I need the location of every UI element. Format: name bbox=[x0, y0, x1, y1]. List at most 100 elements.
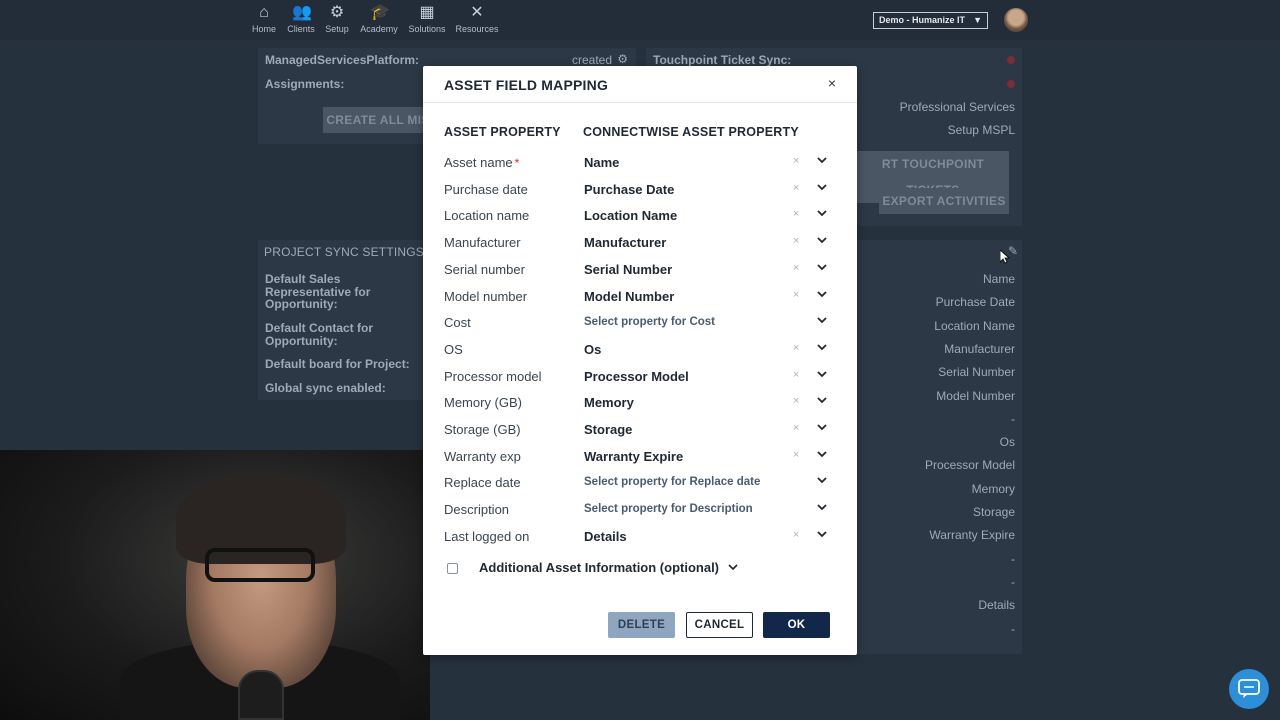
clear-icon[interactable]: × bbox=[793, 529, 799, 541]
chevron-down-icon[interactable] bbox=[816, 287, 828, 301]
nav-item-resources[interactable]: ✕ Resources bbox=[455, 4, 499, 34]
connectwise-property-select[interactable]: Memory bbox=[584, 395, 634, 410]
asset-property-header: ASSET PROPERTY bbox=[444, 125, 561, 139]
project-sync-title: PROJECT SYNC SETTINGS bbox=[264, 245, 425, 259]
tools-icon: ✕ bbox=[470, 4, 484, 21]
connectwise-property-select[interactable]: Warranty Expire bbox=[584, 449, 683, 464]
chevron-down-icon[interactable] bbox=[816, 260, 828, 274]
ok-button[interactable]: OK bbox=[763, 612, 830, 638]
nav-item-solutions[interactable]: ▦ Solutions bbox=[405, 4, 449, 34]
asset-property-label: Last logged on bbox=[444, 529, 529, 544]
chevron-down-icon[interactable] bbox=[816, 500, 828, 514]
avatar[interactable] bbox=[1004, 8, 1028, 32]
export-activities-button[interactable]: EXPORT ACTIVITIES bbox=[879, 188, 1009, 214]
connectwise-property-select[interactable]: Os bbox=[584, 342, 601, 357]
connectwise-property-select[interactable]: Manufacturer bbox=[584, 235, 666, 250]
asset-field-mapping-modal: ASSET FIELD MAPPING × ASSET PROPERTY CON… bbox=[423, 66, 857, 655]
close-icon[interactable]: × bbox=[824, 75, 840, 91]
mapping-row: Description Select property for Descripti… bbox=[423, 497, 857, 523]
delete-button[interactable]: DELETE bbox=[608, 612, 675, 638]
mapping-row: Storage (GB) Storage × bbox=[423, 417, 857, 443]
clear-icon[interactable]: × bbox=[793, 449, 799, 461]
home-icon: ⌂ bbox=[259, 4, 269, 21]
clear-icon[interactable]: × bbox=[793, 289, 799, 301]
chevron-down-icon[interactable] bbox=[816, 420, 828, 434]
optional-info-checkbox[interactable] bbox=[447, 563, 458, 574]
chevron-down-icon[interactable] bbox=[816, 313, 828, 327]
asset-property-label: Asset name * bbox=[444, 155, 519, 170]
created-text: created bbox=[571, 53, 612, 67]
asset-property-text: Cost bbox=[444, 315, 471, 331]
asset-property-text: Replace date bbox=[444, 475, 521, 491]
clear-icon[interactable]: × bbox=[793, 422, 799, 434]
touchpoint-title: Touchpoint Ticket Sync: bbox=[653, 53, 792, 67]
chevron-down-icon[interactable] bbox=[816, 367, 828, 381]
chevron-down-icon[interactable] bbox=[816, 153, 828, 167]
chevron-down-icon[interactable] bbox=[816, 473, 828, 487]
asset-property-text: Manufacturer bbox=[444, 235, 521, 251]
optional-info-label[interactable]: Additional Asset Information (optional) bbox=[479, 560, 719, 575]
connectwise-property-select[interactable]: Storage bbox=[584, 422, 632, 437]
asset-mapping-value: Os bbox=[999, 435, 1015, 450]
mapping-row: Warranty exp Warranty Expire × bbox=[423, 444, 857, 470]
nav-item-setup[interactable]: ⚙ Setup bbox=[315, 4, 359, 34]
nav-item-academy[interactable]: 🎓 Academy bbox=[357, 4, 401, 34]
graduation-cap-icon: 🎓 bbox=[370, 4, 390, 21]
asset-mapping-value: - bbox=[1011, 411, 1015, 426]
nav-item-label: Solutions bbox=[408, 24, 446, 34]
top-navigation: ⌂ Home 👥 Clients ⚙ Setup 🎓 Academy ▦ Solutions ✕ Re… bbox=[0, 0, 1280, 40]
connectwise-property-header: CONNECTWISE ASSET PROPERTY bbox=[583, 125, 799, 139]
chevron-down-icon[interactable] bbox=[816, 527, 828, 541]
clear-icon[interactable]: × bbox=[793, 395, 799, 407]
clear-icon[interactable]: × bbox=[793, 208, 799, 220]
connectwise-property-select[interactable]: Location Name bbox=[584, 208, 677, 223]
tenant-selector[interactable]: Demo - Humanize IT ▼ bbox=[873, 12, 988, 29]
cancel-button[interactable]: CANCEL bbox=[686, 612, 753, 638]
microphone bbox=[238, 670, 284, 720]
mouse-cursor-icon bbox=[999, 249, 1011, 264]
connectwise-property-select[interactable]: Processor Model bbox=[584, 369, 689, 384]
connectwise-property-select[interactable]: Name bbox=[584, 155, 619, 170]
chevron-down-icon[interactable] bbox=[816, 206, 828, 220]
asset-property-label: Processor model bbox=[444, 369, 542, 384]
clear-icon[interactable]: × bbox=[793, 369, 799, 381]
asset-property-label: Cost bbox=[444, 315, 471, 330]
connectwise-property-select[interactable]: Select property for Cost bbox=[584, 316, 715, 328]
global-sync-label: Global sync enabled: bbox=[265, 381, 386, 395]
clear-icon[interactable]: × bbox=[793, 182, 799, 194]
nav-item-label: Home bbox=[251, 24, 276, 34]
chevron-down-icon[interactable] bbox=[816, 447, 828, 461]
clear-icon[interactable]: × bbox=[793, 235, 799, 247]
asset-mapping-value: Name bbox=[982, 272, 1015, 286]
gear-icon[interactable]: ⚙ bbox=[614, 52, 628, 66]
connectwise-property-select[interactable]: Serial Number bbox=[584, 262, 672, 277]
mapping-row: Processor model Processor Model × bbox=[423, 364, 857, 390]
connectwise-property-select[interactable]: Select property for Replace date bbox=[584, 476, 760, 488]
connectwise-property-select[interactable]: Details bbox=[584, 529, 627, 544]
asset-mapping-value: - bbox=[1011, 621, 1015, 636]
create-all-button[interactable]: CREATE ALL MIS bbox=[323, 107, 433, 133]
chevron-down-icon[interactable] bbox=[816, 180, 828, 194]
chevron-down-icon[interactable] bbox=[727, 560, 739, 574]
contact-label: Default Contact for Opportunity: bbox=[265, 321, 373, 348]
connectwise-property-select[interactable]: Model Number bbox=[584, 289, 674, 304]
asset-property-text: Asset name bbox=[444, 155, 513, 170]
asset-property-text: Memory (GB) bbox=[444, 395, 522, 411]
clear-icon[interactable]: × bbox=[793, 342, 799, 354]
chat-bubble-icon[interactable] bbox=[1229, 669, 1269, 709]
clear-icon[interactable]: × bbox=[793, 262, 799, 274]
asset-mapping-value: Memory bbox=[971, 481, 1015, 496]
asset-property-text: Warranty exp bbox=[444, 448, 521, 464]
mapping-row: Asset name * Name × bbox=[423, 150, 857, 176]
chevron-down-icon: ▼ bbox=[973, 15, 982, 25]
status-dot bbox=[1007, 80, 1015, 88]
asset-mapping-value: Serial Number bbox=[938, 365, 1015, 380]
chevron-down-icon[interactable] bbox=[816, 340, 828, 354]
connectwise-property-select[interactable]: Purchase Date bbox=[584, 182, 674, 197]
tenant-name: Demo - Humanize IT bbox=[879, 15, 966, 25]
chevron-down-icon[interactable] bbox=[816, 233, 828, 247]
chevron-down-icon[interactable] bbox=[816, 393, 828, 407]
puzzle-icon: ▦ bbox=[419, 4, 435, 21]
clear-icon[interactable]: × bbox=[793, 155, 799, 167]
connectwise-property-select[interactable]: Select property for Description bbox=[584, 503, 753, 515]
